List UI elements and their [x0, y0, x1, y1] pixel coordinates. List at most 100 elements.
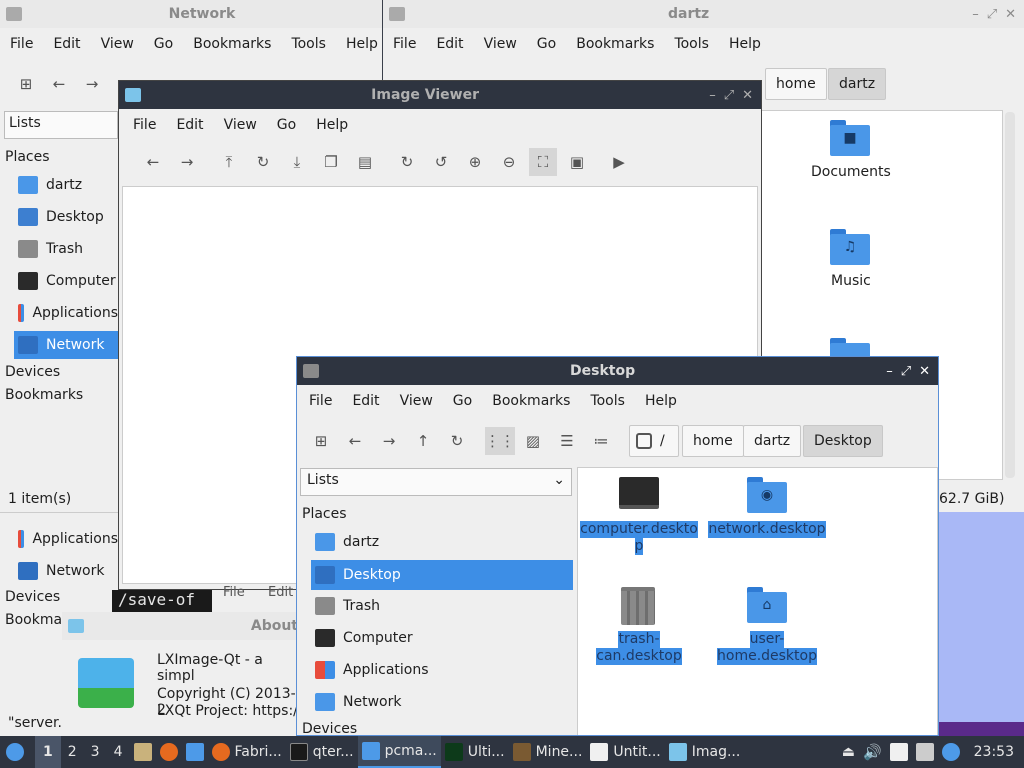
reload-icon[interactable]: ↻ — [443, 427, 471, 455]
devices-heading[interactable]: Devices — [5, 589, 60, 605]
minimize-icon[interactable]: – — [972, 7, 979, 22]
up-arrow-icon[interactable]: ↑ — [409, 427, 437, 455]
breadcrumb-home[interactable]: home — [765, 68, 827, 100]
scrollbar[interactable] — [1005, 112, 1015, 478]
panel-selector[interactable]: Lists — [4, 111, 118, 139]
menu-tools[interactable]: Tools — [580, 393, 635, 409]
menu-view[interactable]: View — [91, 36, 144, 52]
new-tab-icon[interactable]: ⊞ — [12, 70, 40, 98]
sidebar-item-dartz[interactable]: dartz — [311, 528, 573, 556]
desktop-file-network[interactable]: network.desktop — [702, 521, 832, 538]
desktop-switch-4[interactable]: 4 — [107, 736, 130, 768]
trash-can-icon[interactable] — [621, 587, 655, 625]
task-firefox[interactable]: Fabri... — [208, 736, 286, 768]
music-folder-icon[interactable]: ♫ — [830, 229, 870, 265]
desktop-file-user-home[interactable]: user- home.desktop — [702, 631, 832, 665]
eject-icon[interactable]: ⏏ — [838, 736, 859, 768]
detailed-list-view-icon[interactable]: ≔ — [587, 427, 615, 455]
network-tray-icon[interactable] — [912, 736, 938, 768]
file-manager-launcher[interactable] — [130, 736, 156, 768]
about-project-link[interactable]: LXQt Project: https:/ — [157, 703, 298, 719]
menu-help[interactable]: Help — [336, 36, 382, 52]
task-qterminal[interactable]: qter... — [286, 736, 358, 768]
back-arrow-icon[interactable]: ← — [45, 70, 73, 98]
back-arrow-icon[interactable]: ← — [139, 148, 167, 176]
menu-go[interactable]: Go — [443, 393, 482, 409]
new-tab-icon[interactable]: ⊞ — [307, 427, 335, 455]
computer-monitor-icon[interactable] — [619, 477, 659, 509]
forward-arrow-icon[interactable]: → — [78, 70, 106, 98]
task-pcmanfm[interactable]: pcma... — [357, 736, 441, 768]
documents-folder-icon[interactable]: ■ — [830, 120, 870, 156]
menu-bookmarks[interactable]: Bookmarks — [183, 36, 281, 52]
menu-go[interactable]: Go — [267, 117, 306, 133]
menu-help[interactable]: Help — [635, 393, 687, 409]
close-icon[interactable]: ✕ — [742, 88, 753, 103]
menu-edit[interactable]: Edit — [268, 585, 293, 600]
sidebar-item-network[interactable]: Network — [311, 688, 573, 716]
task-untitled[interactable]: Untit... — [586, 736, 664, 768]
sidebar-item-network[interactable]: Network — [18, 557, 118, 585]
devices-heading[interactable]: Devices — [302, 721, 357, 735]
menu-bookmarks[interactable]: Bookmarks — [566, 36, 664, 52]
menu-file[interactable]: File — [223, 585, 245, 600]
breadcrumb-desktop[interactable]: Desktop — [803, 425, 883, 457]
volume-icon[interactable]: 🔊 — [859, 736, 886, 768]
menu-view[interactable]: View — [390, 393, 443, 409]
menu-file[interactable]: File — [123, 117, 166, 133]
dartz-titlebar[interactable]: dartz – ⤢ ✕ — [383, 0, 1024, 28]
rotate-clockwise-icon[interactable]: ↻ — [393, 148, 421, 176]
menu-file[interactable]: File — [383, 36, 426, 52]
menu-edit[interactable]: Edit — [426, 36, 473, 52]
menu-tools[interactable]: Tools — [664, 36, 719, 52]
minimize-icon[interactable]: – — [709, 88, 716, 103]
forward-arrow-icon[interactable]: → — [173, 148, 201, 176]
panel-selector[interactable]: Lists ⌄ — [300, 468, 572, 496]
network-folder-icon[interactable]: ◉ — [747, 477, 787, 513]
desktop-switch-3[interactable]: 3 — [84, 736, 107, 768]
menu-help[interactable]: Help — [719, 36, 771, 52]
update-notifier-icon[interactable] — [938, 736, 964, 768]
sidebar-item-applications[interactable]: Applications — [18, 525, 118, 553]
icon-view-icon[interactable]: ⋮⋮ — [485, 427, 515, 455]
home-folder-icon[interactable]: ⌂ — [747, 587, 787, 623]
task-image-viewer[interactable]: Imag... — [665, 736, 745, 768]
fit-to-window-icon[interactable]: ⛶ — [529, 148, 557, 176]
task-ultimate[interactable]: Ulti... — [441, 736, 509, 768]
upload-icon[interactable]: ⤒ — [215, 148, 243, 176]
menu-bookmarks[interactable]: Bookmarks — [482, 393, 580, 409]
devices-heading[interactable]: Devices — [5, 364, 60, 380]
firefox-launcher[interactable] — [156, 736, 182, 768]
desktop-file-computer[interactable]: computer.deskto p — [579, 521, 699, 555]
maximize-icon[interactable]: ⤢ — [901, 364, 911, 379]
path-root-button[interactable]: / — [629, 425, 679, 457]
reload-icon[interactable]: ↻ — [249, 148, 277, 176]
about-titlebar[interactable]: About — [62, 612, 302, 640]
menu-file[interactable]: File — [0, 36, 43, 52]
sidebar-item-applications[interactable]: Applications — [14, 299, 118, 327]
clipboard-icon[interactable] — [886, 736, 912, 768]
sidebar-item-desktop[interactable]: Desktop — [311, 560, 573, 590]
compact-view-icon[interactable]: ☰ — [553, 427, 581, 455]
maximize-icon[interactable]: ⤢ — [724, 88, 734, 103]
task-minecraft[interactable]: Mine... — [509, 736, 587, 768]
show-desktop-launcher[interactable] — [182, 736, 208, 768]
sidebar-item-dartz[interactable]: dartz — [14, 171, 118, 199]
thumbnail-view-icon[interactable]: ▨ — [519, 427, 547, 455]
menu-view[interactable]: View — [214, 117, 267, 133]
menu-go[interactable]: Go — [527, 36, 566, 52]
menu-help[interactable]: Help — [306, 117, 358, 133]
back-arrow-icon[interactable]: ← — [341, 427, 369, 455]
minimize-icon[interactable]: – — [886, 364, 893, 379]
slideshow-play-icon[interactable]: ▶ — [605, 148, 633, 176]
menu-edit[interactable]: Edit — [166, 117, 213, 133]
menu-edit[interactable]: Edit — [342, 393, 389, 409]
copy-icon[interactable]: ❐ — [317, 148, 345, 176]
desktop-titlebar[interactable]: Desktop – ⤢ ✕ — [297, 357, 938, 385]
sidebar-item-trash[interactable]: Trash — [311, 592, 573, 620]
sidebar-item-network[interactable]: Network — [14, 331, 118, 359]
close-icon[interactable]: ✕ — [919, 364, 930, 379]
menu-view[interactable]: View — [474, 36, 527, 52]
zoom-out-icon[interactable]: ⊖ — [495, 148, 523, 176]
maximize-icon[interactable]: ⤢ — [987, 7, 997, 22]
